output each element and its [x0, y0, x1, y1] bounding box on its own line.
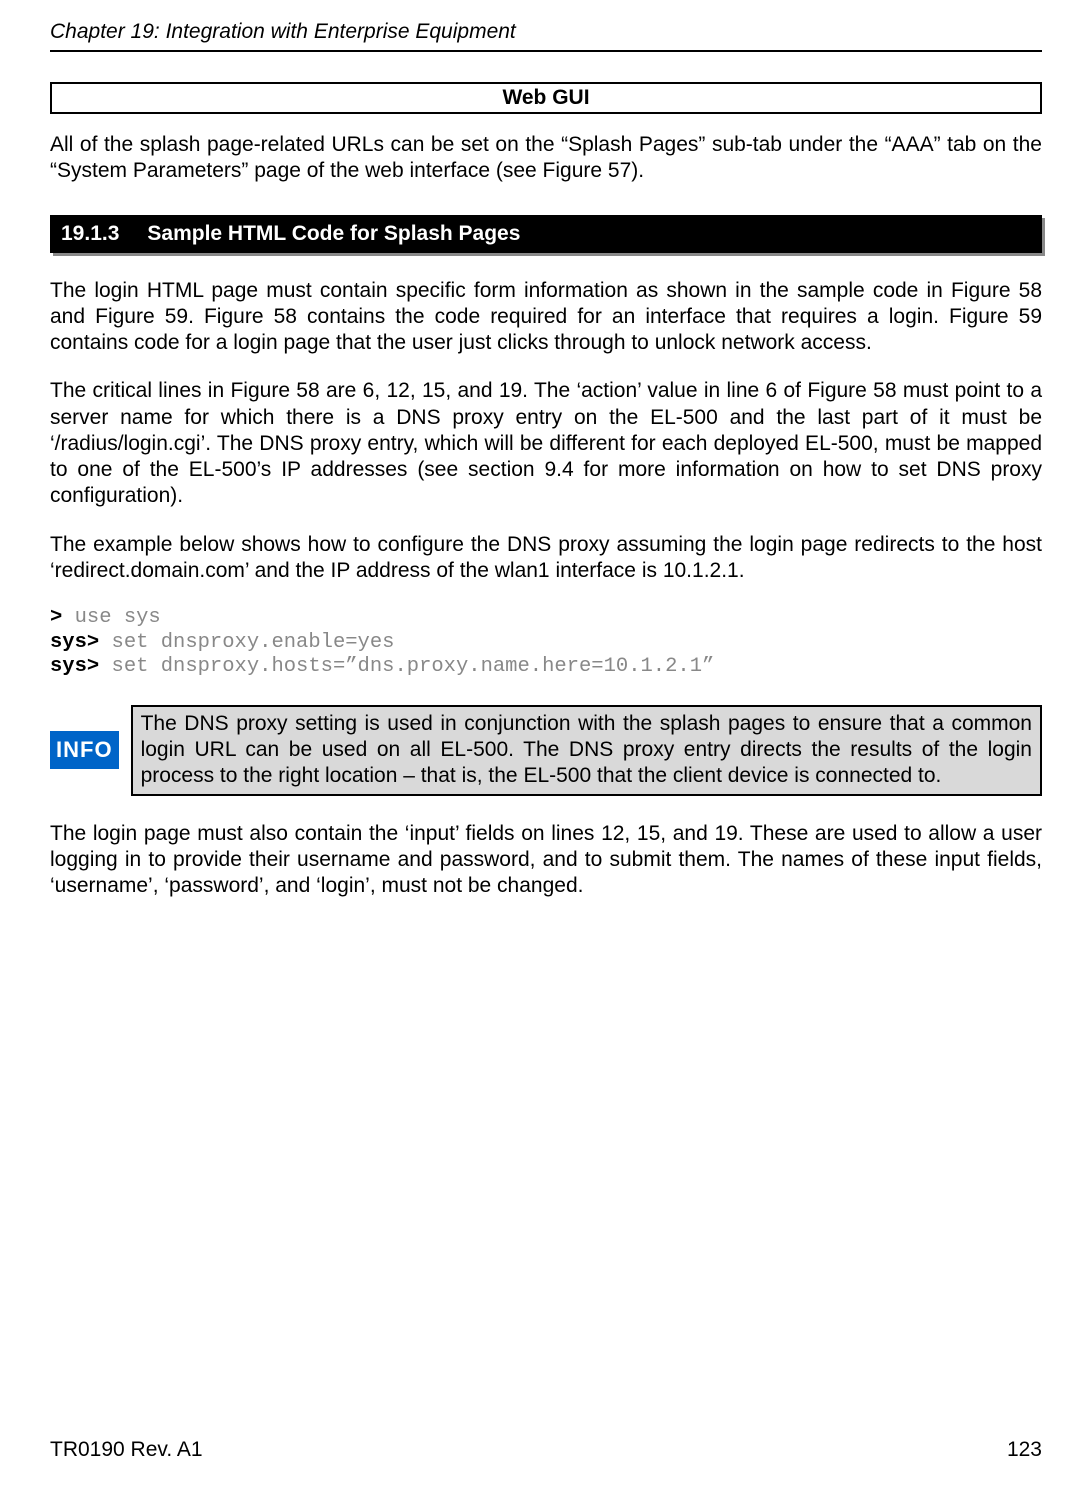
paragraph-1: The login HTML page must contain specifi… — [50, 278, 1042, 357]
page: Chapter 19: Integration with Enterprise … — [0, 0, 1092, 1492]
section-number: 19.1.3 — [61, 222, 119, 246]
web-gui-title-box: Web GUI — [50, 82, 1042, 114]
cli-cmd-2: set dnsproxy.enable=yes — [99, 631, 394, 654]
cli-prompt-1: > — [50, 606, 62, 629]
info-box-text: The DNS proxy setting is used in conjunc… — [131, 705, 1042, 796]
cli-cmd-1: use sys — [62, 606, 160, 629]
info-badge: INFO — [50, 731, 119, 769]
paragraph-2: The critical lines in Figure 58 are 6, 1… — [50, 378, 1042, 509]
section-heading: 19.1.3 Sample HTML Code for Splash Pages — [50, 215, 1042, 253]
footer-left: TR0190 Rev. A1 — [50, 1438, 203, 1462]
cli-prompt-3: sys> — [50, 655, 99, 678]
info-callout: INFO The DNS proxy setting is used in co… — [50, 705, 1042, 796]
cli-prompt-2: sys> — [50, 631, 99, 654]
page-footer: TR0190 Rev. A1 123 — [50, 1438, 1042, 1462]
chapter-header: Chapter 19: Integration with Enterprise … — [50, 20, 1042, 52]
paragraph-3: The example below shows how to configure… — [50, 532, 1042, 585]
web-gui-paragraph: All of the splash page-related URLs can … — [50, 132, 1042, 185]
cli-block: > use sys sys> set dnsproxy.enable=yes s… — [50, 606, 1042, 680]
footer-page-number: 123 — [1007, 1438, 1042, 1462]
section-title: Sample HTML Code for Splash Pages — [147, 222, 520, 245]
paragraph-4: The login page must also contain the ‘in… — [50, 821, 1042, 900]
cli-cmd-3: set dnsproxy.hosts=”dns.proxy.name.here=… — [99, 655, 714, 678]
